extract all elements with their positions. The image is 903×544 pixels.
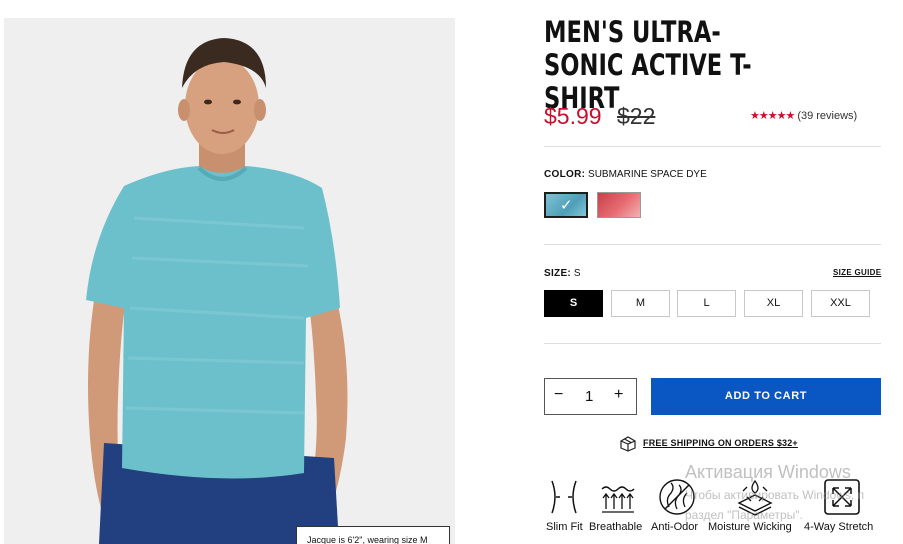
product-title: MEN'S ULTRA-SONIC ACTIVE T-SHIRT <box>544 15 752 115</box>
quantity-value[interactable]: 1 <box>585 388 593 405</box>
decrease-quantity-button[interactable]: − <box>554 386 563 404</box>
original-price: $22 <box>617 103 656 129</box>
size-guide-link[interactable]: SIZE GUIDE <box>833 268 881 277</box>
windows-activation-watermark-title: Активация Windows <box>685 462 851 482</box>
swatch-submarine-space-dye[interactable]: ✓ <box>544 192 588 218</box>
divider <box>544 343 881 344</box>
feature-label-anti-odor: Anti-Odor <box>651 521 699 533</box>
size-option-s[interactable]: S <box>544 290 603 317</box>
increase-quantity-button[interactable]: + <box>614 386 623 404</box>
rating-stars-icon: ★★★★★ <box>750 110 795 122</box>
model-photo <box>86 38 348 544</box>
quantity-stepper: − 1 + <box>544 378 637 415</box>
slim-fit-icon <box>551 480 577 514</box>
size-label: SIZE: S <box>544 268 581 279</box>
add-to-cart-button[interactable]: ADD TO CART <box>651 378 881 415</box>
size-option-l[interactable]: L <box>677 290 736 317</box>
feature-label-breathable: Breathable <box>589 521 643 533</box>
check-icon: ✓ <box>560 197 573 214</box>
selected-size: S <box>573 268 581 279</box>
model-size-caption: Jacque is 6'2", wearing size M <box>296 526 450 544</box>
divider <box>544 244 881 245</box>
size-option-m[interactable]: M <box>611 290 670 317</box>
selected-color: SUBMARINE SPACE DYE <box>588 169 707 180</box>
breathable-icon <box>601 486 635 513</box>
color-label: COLOR: SUBMARINE SPACE DYE <box>544 169 707 180</box>
size-option-xxl[interactable]: XXL <box>811 290 870 317</box>
feature-label-moisture-wicking: Moisture Wicking <box>708 521 792 533</box>
feature-label-4-way-stretch: 4-Way Stretch <box>804 521 874 533</box>
shipping-box-icon <box>620 436 636 452</box>
rating-summary[interactable]: ★★★★★ (39 reviews) <box>750 109 857 122</box>
sale-price: $5.99 <box>544 103 602 129</box>
free-shipping-link[interactable]: FREE SHIPPING ON ORDERS $32+ <box>643 438 798 448</box>
windows-activation-watermark-text: Чтобы активировать Windows, п <box>685 488 865 502</box>
swatch-red-space-dye[interactable] <box>597 192 641 218</box>
product-image[interactable]: Jacque is 6'2", wearing size M <box>4 18 455 544</box>
feature-label-slim-fit: Slim Fit <box>546 521 583 533</box>
divider <box>544 146 881 147</box>
windows-activation-watermark-text: раздел "Параметры". <box>685 508 803 522</box>
review-count[interactable]: (39 reviews) <box>797 110 857 122</box>
size-option-xl[interactable]: XL <box>744 290 803 317</box>
